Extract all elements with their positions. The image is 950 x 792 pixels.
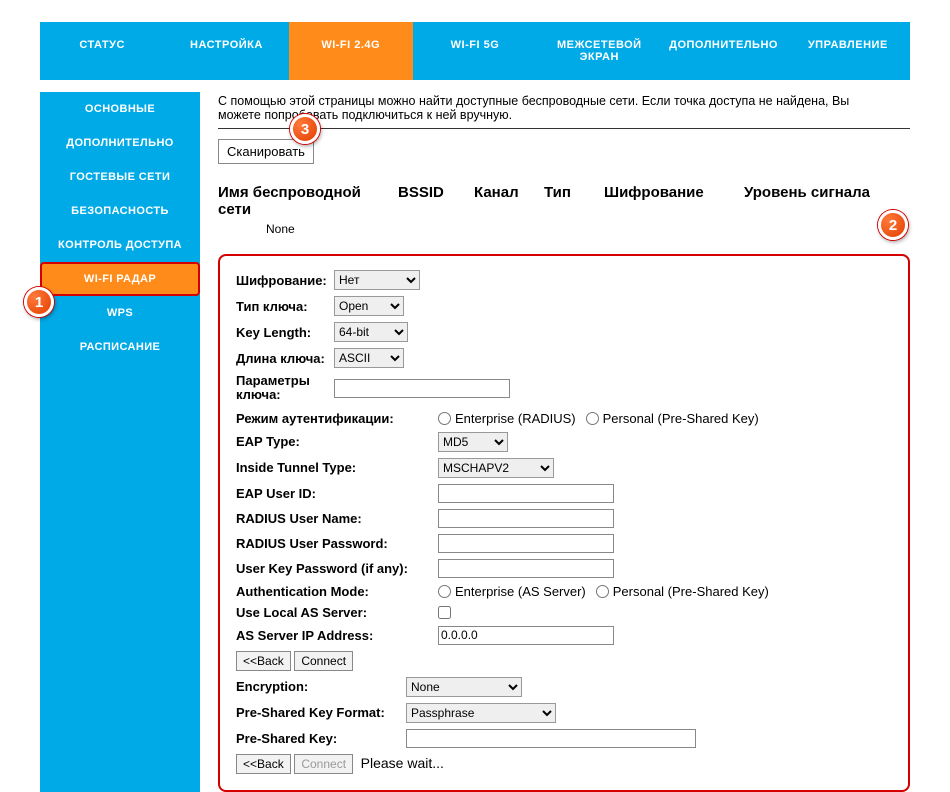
nav-management[interactable]: УПРАВЛЕНИЕ	[786, 22, 910, 80]
userkeypw-label: User Key Password (if any):	[236, 561, 438, 576]
authmode2-personal-radio[interactable]	[596, 585, 609, 598]
col-encryption: Шифрование	[604, 184, 724, 218]
uselocal-label: Use Local AS Server:	[236, 605, 438, 620]
nav-wifi5g[interactable]: WI-FI 5G	[413, 22, 537, 80]
divider	[218, 128, 910, 129]
authmode2-label: Authentication Mode:	[236, 584, 438, 599]
asip-input[interactable]	[438, 626, 614, 645]
eapuser-label: EAP User ID:	[236, 486, 438, 501]
scan-result-none: None	[218, 222, 910, 236]
keyparams-input[interactable]	[334, 379, 510, 398]
col-ssid: Имя беспроводной сети	[218, 184, 378, 218]
annotation-marker-2: 2	[878, 210, 908, 240]
annotation-marker-1: 1	[24, 287, 54, 317]
annotation-marker-3: 3	[290, 114, 320, 144]
nav-setup[interactable]: НАСТРОЙКА	[164, 22, 288, 80]
nav-status[interactable]: СТАТУС	[40, 22, 164, 80]
radiuspw-label: RADIUS User Password:	[236, 536, 438, 551]
radiususer-label: RADIUS User Name:	[236, 511, 438, 526]
sidebar-item-access[interactable]: КОНТРОЛЬ ДОСТУПА	[40, 228, 200, 262]
sidebar-item-radar[interactable]: WI-FI РАДАР	[40, 262, 200, 296]
tunnel-label: Inside Tunnel Type:	[236, 460, 438, 475]
psk-input[interactable]	[406, 729, 696, 748]
col-bssid: BSSID	[398, 184, 454, 218]
encryption-select[interactable]: Нет	[334, 270, 420, 290]
enc2-select[interactable]: None	[406, 677, 522, 697]
col-signal: Уровень сигнала	[744, 184, 884, 218]
uselocal-checkbox[interactable]	[438, 606, 451, 619]
keyformat-label: Длина ключа:	[236, 351, 334, 366]
eapuser-input[interactable]	[438, 484, 614, 503]
keylength-label: Key Length:	[236, 325, 334, 340]
main-content: С помощью этой страницы можно найти дост…	[218, 92, 910, 792]
authmode-label: Режим аутентификации:	[236, 411, 438, 426]
authmode-personal-radio[interactable]	[586, 412, 599, 425]
eaptype-select[interactable]: MD5	[438, 432, 508, 452]
nav-wifi24g[interactable]: WI-FI 2.4G	[289, 22, 413, 80]
authmode2-enterprise-radio[interactable]	[438, 585, 451, 598]
connect-button-1[interactable]: Connect	[294, 651, 353, 671]
sidebar: ОСНОВНЫЕ ДОПОЛНИТЕЛЬНО ГОСТЕВЫЕ СЕТИ БЕЗ…	[40, 92, 200, 792]
eaptype-label: EAP Type:	[236, 434, 438, 449]
authmode2-enterprise-text: Enterprise (AS Server)	[455, 584, 586, 599]
authmode2-personal-text: Personal (Pre-Shared Key)	[613, 584, 769, 599]
enc2-label: Encryption:	[236, 679, 406, 694]
userkeypw-input[interactable]	[438, 559, 614, 578]
nav-advanced[interactable]: ДОПОЛНИТЕЛЬНО	[661, 22, 785, 80]
sidebar-item-schedule[interactable]: РАСПИСАНИЕ	[40, 330, 200, 364]
nav-firewall[interactable]: МЕЖСЕТЕВОЙ ЭКРАН	[537, 22, 661, 80]
keylength-select[interactable]: 64-bit	[334, 322, 408, 342]
authmode-personal-text: Personal (Pre-Shared Key)	[603, 411, 759, 426]
col-channel: Канал	[474, 184, 524, 218]
asip-label: AS Server IP Address:	[236, 628, 438, 643]
pskfmt-label: Pre-Shared Key Format:	[236, 705, 406, 720]
scan-table-header: Имя беспроводной сети BSSID Канал Тип Ши…	[218, 184, 910, 218]
top-nav: СТАТУС НАСТРОЙКА WI-FI 2.4G WI-FI 5G МЕЖ…	[40, 22, 910, 80]
intro-text: С помощью этой страницы можно найти дост…	[218, 94, 910, 122]
radiususer-input[interactable]	[438, 509, 614, 528]
sidebar-item-basic[interactable]: ОСНОВНЫЕ	[40, 92, 200, 126]
keyparams-label: Параметры ключа:	[236, 374, 334, 403]
connection-form: Шифрование: Нет Тип ключа: Open Key Leng…	[218, 254, 910, 792]
encryption-label: Шифрование:	[236, 273, 334, 288]
authmode-enterprise-text: Enterprise (RADIUS)	[455, 411, 576, 426]
status-text: Please wait...	[361, 755, 444, 771]
keytype-select[interactable]: Open	[334, 296, 404, 316]
connect-button-2[interactable]: Connect	[294, 754, 353, 774]
sidebar-item-advanced[interactable]: ДОПОЛНИТЕЛЬНО	[40, 126, 200, 160]
pskfmt-select[interactable]: Passphrase	[406, 703, 556, 723]
back-button-2[interactable]: <<Back	[236, 754, 291, 774]
back-button-1[interactable]: <<Back	[236, 651, 291, 671]
radiuspw-input[interactable]	[438, 534, 614, 553]
tunnel-select[interactable]: MSCHAPV2	[438, 458, 554, 478]
sidebar-item-wps[interactable]: WPS	[40, 296, 200, 330]
keytype-label: Тип ключа:	[236, 299, 334, 314]
authmode-enterprise-radio[interactable]	[438, 412, 451, 425]
sidebar-item-security[interactable]: БЕЗОПАСНОСТЬ	[40, 194, 200, 228]
col-type: Тип	[544, 184, 584, 218]
psk-label: Pre-Shared Key:	[236, 731, 406, 746]
sidebar-item-guest[interactable]: ГОСТЕВЫЕ СЕТИ	[40, 160, 200, 194]
keyformat-select[interactable]: ASCII	[334, 348, 404, 368]
